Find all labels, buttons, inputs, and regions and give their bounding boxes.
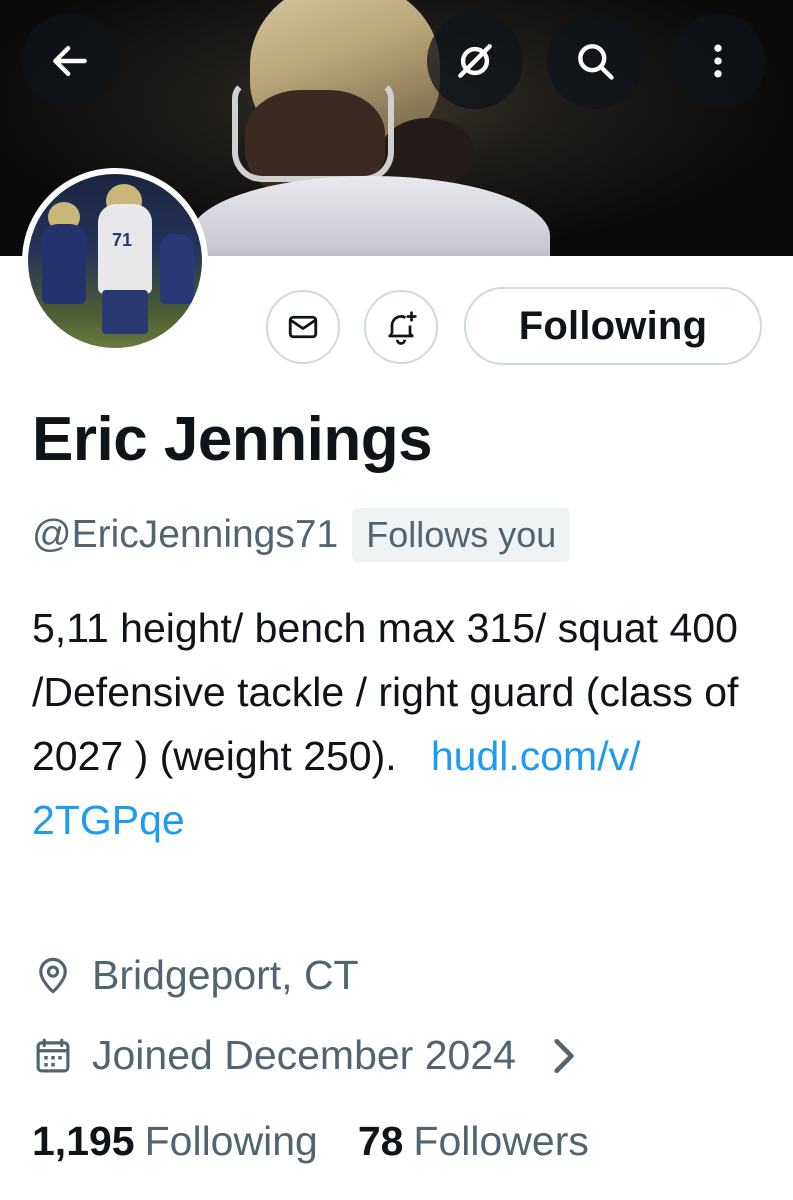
chevron-right-icon bbox=[554, 1038, 574, 1073]
profile-name: Eric Jennings bbox=[32, 405, 433, 474]
avatar-jersey-number: 71 bbox=[112, 230, 133, 250]
grok-button[interactable] bbox=[427, 13, 523, 109]
joined-text: Joined December 2024 bbox=[92, 1032, 516, 1078]
more-options-button[interactable] bbox=[670, 13, 766, 109]
search-icon bbox=[578, 44, 614, 80]
joined-row[interactable]: Joined December 2024 bbox=[32, 1032, 602, 1079]
calendar-icon bbox=[36, 1038, 70, 1072]
avatar[interactable]: 71 bbox=[22, 168, 208, 354]
follow-stats: 1,195 Following 78 Followers bbox=[32, 1118, 589, 1165]
slashed-circle-icon bbox=[458, 44, 492, 78]
search-button[interactable] bbox=[547, 13, 643, 109]
following-count: 1,195 bbox=[32, 1118, 135, 1164]
followers-stat[interactable]: 78 Followers bbox=[358, 1118, 589, 1165]
profile-handle: @EricJennings71 bbox=[32, 513, 339, 556]
avatar-photo: 71 bbox=[28, 174, 202, 348]
following-button[interactable]: Following bbox=[464, 287, 762, 365]
arrow-left-icon bbox=[53, 45, 87, 77]
following-stat[interactable]: 1,195 Following bbox=[32, 1118, 318, 1165]
follows-you-badge: Follows you bbox=[352, 508, 571, 562]
handle-row: @EricJennings71 Follows you bbox=[32, 508, 571, 562]
more-vertical-icon bbox=[714, 44, 722, 78]
followers-count: 78 bbox=[357, 1118, 404, 1164]
location-text: Bridgeport, CT bbox=[92, 952, 359, 998]
location-row: Bridgeport, CT bbox=[32, 952, 359, 999]
profile-bio: 5,11 height/ bench max 315/ squat 400 /D… bbox=[32, 596, 772, 852]
notify-button[interactable] bbox=[364, 290, 438, 364]
following-label: Following bbox=[144, 1118, 318, 1164]
bell-plus-icon bbox=[388, 311, 417, 345]
banner-jersey-shape bbox=[190, 176, 550, 256]
envelope-icon bbox=[288, 315, 318, 339]
location-pin-icon bbox=[39, 957, 67, 993]
banner-facemask-shape bbox=[232, 80, 394, 182]
message-button[interactable] bbox=[266, 290, 340, 364]
back-button[interactable] bbox=[22, 13, 118, 109]
followers-label: Followers bbox=[413, 1118, 589, 1164]
